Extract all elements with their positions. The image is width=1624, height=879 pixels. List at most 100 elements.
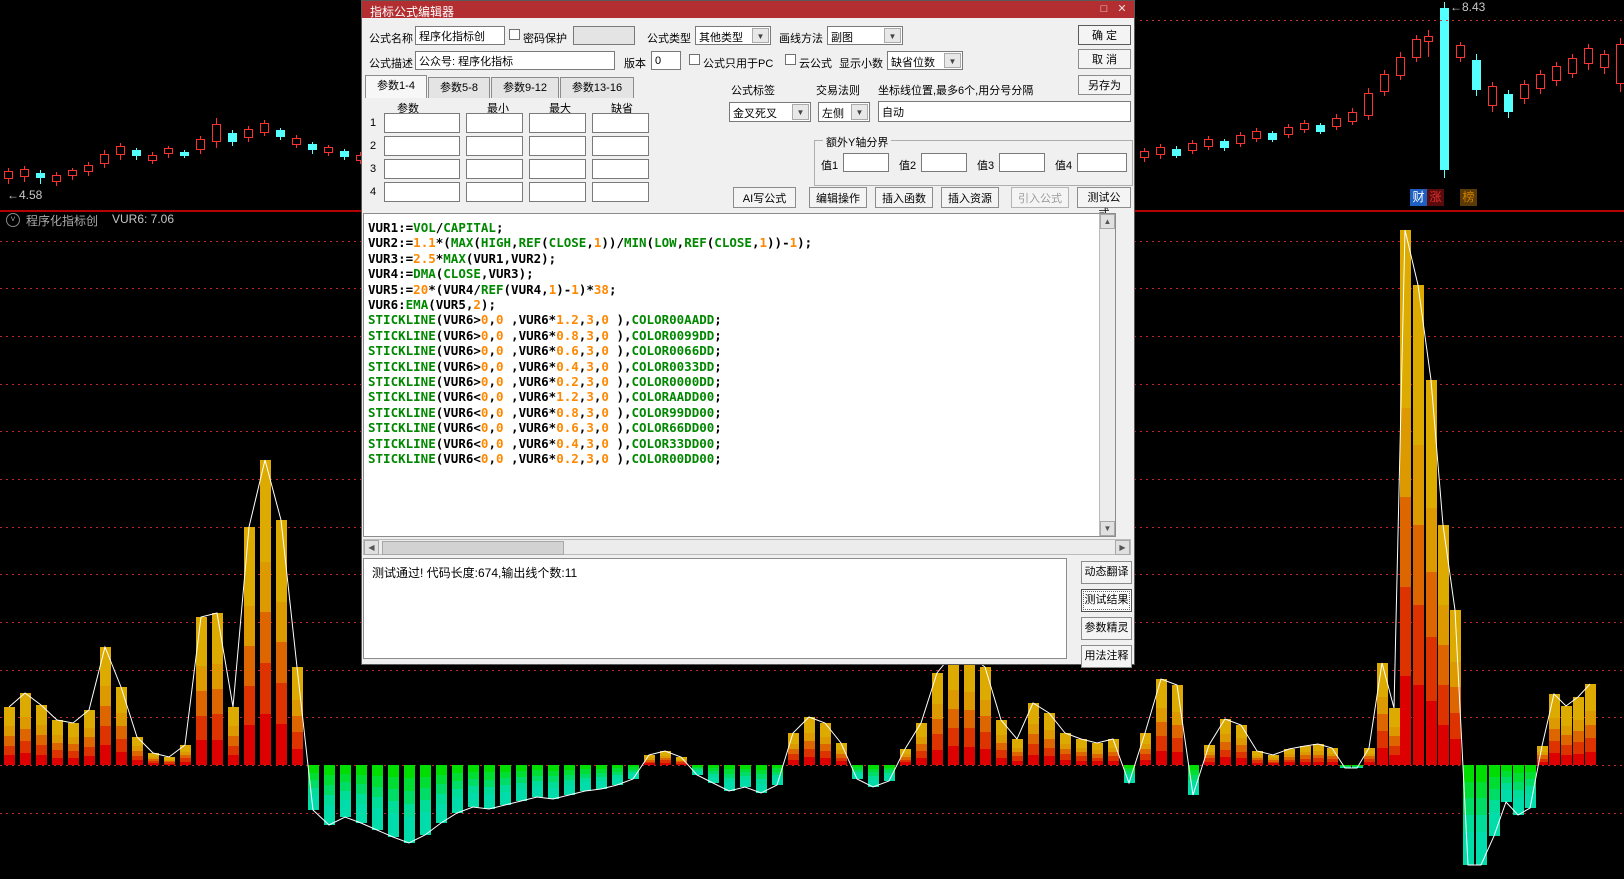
ai-write-button[interactable]: AI写公式 — [733, 187, 796, 208]
insert-function-button[interactable]: 插入函数 — [875, 187, 933, 208]
tab-params-5-8[interactable]: 参数5-8 — [428, 77, 490, 98]
indicator-bar — [580, 765, 591, 791]
scroll-left-icon[interactable]: ◀ — [364, 540, 379, 555]
indicator-bar — [1300, 746, 1311, 765]
tab-params-13-16[interactable]: 参数13-16 — [560, 77, 634, 98]
formula-tag-label: 公式标签 — [731, 82, 775, 98]
ok-button[interactable]: 确 定 — [1078, 25, 1131, 45]
code-hscrollbar[interactable]: ◀ ▶ — [363, 539, 1131, 555]
candlestick — [244, 129, 253, 138]
indicator-bar — [1156, 679, 1167, 765]
value2-input[interactable] — [921, 153, 967, 172]
chevron-down-icon[interactable]: ▼ — [851, 104, 868, 120]
code-vscrollbar[interactable]: ▲ ▼ — [1099, 214, 1115, 536]
password-checkbox[interactable] — [509, 29, 520, 40]
test-result-button[interactable]: 测试结果 — [1081, 589, 1132, 612]
scrollbar-thumb[interactable] — [382, 541, 564, 555]
param-input-r4c2[interactable] — [466, 182, 523, 202]
collapse-icon[interactable]: ˅ — [6, 213, 20, 227]
chevron-down-icon[interactable]: ▼ — [884, 28, 901, 43]
dialog-titlebar[interactable]: 指标公式编辑器 □ ✕ — [362, 1, 1134, 18]
draw-method-select[interactable]: 副图 ▼ — [827, 26, 903, 45]
param-input-r3c1[interactable] — [384, 159, 460, 179]
edit-ops-button[interactable]: 编辑操作 — [809, 187, 867, 208]
indicator-bar — [980, 667, 991, 765]
cloud-checkbox[interactable] — [785, 54, 796, 65]
indicator-bar — [756, 765, 767, 793]
indicator-bar — [1537, 746, 1548, 765]
value1-input[interactable] — [843, 153, 889, 172]
indicator-bar — [84, 710, 95, 765]
indicator-bar — [132, 737, 143, 765]
param-input-r3c3[interactable] — [529, 159, 586, 179]
trade-rule-select[interactable]: 左侧 ▼ — [818, 102, 870, 122]
formula-desc-input[interactable] — [415, 51, 615, 70]
pc-only-checkbox[interactable] — [689, 54, 700, 65]
version-input[interactable] — [651, 51, 681, 70]
param-wizard-button[interactable]: 参数精灵 — [1081, 617, 1132, 640]
maximize-icon[interactable]: □ — [1096, 2, 1112, 16]
param-input-r4c4[interactable] — [592, 182, 649, 202]
cancel-button[interactable]: 取 消 — [1078, 49, 1131, 69]
value3-label: 值3 — [977, 157, 994, 173]
usage-notes-button[interactable]: 用法注释 — [1081, 645, 1132, 668]
candlestick — [4, 171, 13, 179]
indicator-bar — [1476, 765, 1487, 865]
scroll-right-icon[interactable]: ▶ — [1115, 540, 1130, 555]
param-input-r3c2[interactable] — [466, 159, 523, 179]
value4-input[interactable] — [1077, 153, 1127, 172]
indicator-bar — [164, 757, 175, 765]
coord-line-input[interactable] — [878, 101, 1131, 122]
candlestick — [1456, 45, 1465, 58]
value3-input[interactable] — [999, 153, 1045, 172]
param-input-r1c1[interactable] — [384, 113, 460, 133]
indicator-bar — [1489, 765, 1500, 836]
indicator-bar — [1060, 733, 1071, 765]
market-badge[interactable]: 榜 — [1460, 189, 1477, 206]
code-editor[interactable]: VUR1:=VOL/CAPITAL;VUR2:=1.1*(MAX(HIGH,RE… — [363, 213, 1116, 537]
param-input-r4c3[interactable] — [529, 182, 586, 202]
param-input-r1c3[interactable] — [529, 113, 586, 133]
param-input-r2c1[interactable] — [384, 136, 460, 156]
dynamic-translate-button[interactable]: 动态翻译 — [1081, 561, 1132, 584]
market-badge[interactable]: 涨 — [1427, 189, 1444, 206]
indicator-bar — [1313, 744, 1324, 765]
indicator-bar — [772, 765, 783, 785]
tab-params-9-12[interactable]: 参数9-12 — [491, 77, 559, 98]
app-screen: ←4.58 ←8.43 ˅ 程序化指标创 VUR6: 7.06 财涨榜 指标公式… — [0, 0, 1624, 879]
indicator-bar — [1377, 663, 1388, 765]
indicator-bar — [1284, 749, 1295, 765]
chevron-down-icon[interactable]: ▼ — [792, 104, 809, 120]
param-input-r2c2[interactable] — [466, 136, 523, 156]
formula-tag-select[interactable]: 金叉死叉 ▼ — [729, 102, 811, 122]
param-input-r3c4[interactable] — [592, 159, 649, 179]
indicator-bar — [852, 765, 863, 779]
indicator-bar — [1188, 765, 1199, 795]
scroll-up-icon[interactable]: ▲ — [1100, 214, 1115, 229]
param-input-r2c3[interactable] — [529, 136, 586, 156]
candlestick — [196, 139, 205, 150]
candlestick — [20, 169, 29, 177]
candlestick — [324, 147, 333, 153]
candlestick — [1188, 143, 1197, 151]
candlestick — [1140, 151, 1149, 158]
chevron-down-icon[interactable]: ▼ — [752, 28, 769, 43]
indicator-name[interactable]: 程序化指标创 — [26, 212, 98, 229]
tab-params-1-4[interactable]: 参数1-4 — [365, 75, 427, 98]
save-as-button[interactable]: 另存为 — [1078, 75, 1131, 95]
chevron-down-icon[interactable]: ▼ — [944, 53, 961, 68]
scroll-down-icon[interactable]: ▼ — [1100, 521, 1115, 536]
formula-type-select[interactable]: 其他类型 ▼ — [695, 26, 771, 45]
market-badge[interactable]: 财 — [1410, 189, 1427, 206]
param-input-r4c1[interactable] — [384, 182, 460, 202]
close-icon[interactable]: ✕ — [1114, 2, 1130, 16]
formula-name-input[interactable] — [415, 26, 505, 45]
indicator-bar — [676, 757, 687, 765]
decimals-select[interactable]: 缺省位数 ▼ — [887, 51, 963, 70]
insert-resource-button[interactable]: 插入资源 — [941, 187, 999, 208]
test-formula-button[interactable]: 测试公式 — [1077, 187, 1131, 208]
param-input-r2c4[interactable] — [592, 136, 649, 156]
indicator-bar — [1513, 765, 1524, 815]
param-input-r1c4[interactable] — [592, 113, 649, 133]
param-input-r1c2[interactable] — [466, 113, 523, 133]
